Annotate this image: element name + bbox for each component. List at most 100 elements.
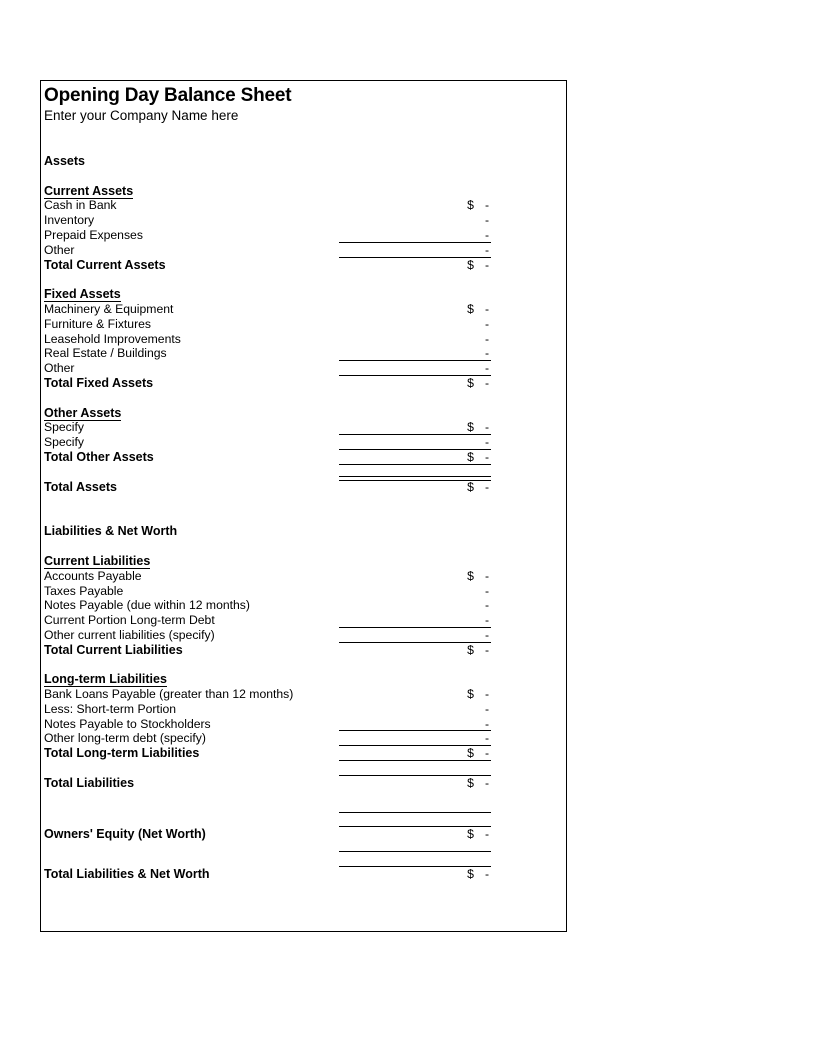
line-item[interactable]: Inventory - xyxy=(44,213,565,228)
amount: - xyxy=(484,435,489,450)
line-item[interactable]: Bank Loans Payable (greater than 12 mont… xyxy=(44,687,565,702)
line-item[interactable]: Other current liabilities (specify) - xyxy=(44,626,565,643)
subtotal-row: Total Long-term Liabilities $ - xyxy=(44,745,565,761)
line-item-label: Current Portion Long-term Debt xyxy=(44,613,215,628)
line-item-label: Notes Payable (due within 12 months) xyxy=(44,598,250,613)
line-item[interactable]: Specify - xyxy=(44,434,565,450)
amount: - xyxy=(484,731,489,746)
currency-symbol: $ xyxy=(467,257,474,272)
amount: - xyxy=(484,583,489,598)
line-item[interactable]: Specify $ - xyxy=(44,420,565,435)
subtotal-label: Total Fixed Assets xyxy=(44,375,154,390)
currency-symbol: $ xyxy=(467,449,474,464)
amount: - xyxy=(484,301,489,316)
amount: - xyxy=(484,746,489,761)
line-item[interactable]: Prepaid Expenses - xyxy=(44,228,565,243)
group-heading-long-term-liabilities: Long-term Liabilities xyxy=(44,672,167,688)
amount: - xyxy=(484,867,489,882)
subtotal-label: Total Current Assets xyxy=(44,257,166,272)
group-heading-current-assets: Current Assets xyxy=(44,183,134,199)
subtotal-label: Total Other Assets xyxy=(44,449,154,464)
line-item[interactable]: Machinery & Equipment $ - xyxy=(44,302,565,317)
line-item-label: Leasehold Improvements xyxy=(44,331,181,346)
spacer-row xyxy=(44,760,565,776)
line-item-label: Cash in Bank xyxy=(44,198,117,213)
amount: - xyxy=(484,361,489,376)
line-item[interactable]: Accounts Payable $ - xyxy=(44,569,565,584)
line-item-label: Other current liabilities (specify) xyxy=(44,627,215,642)
line-item-label: Bank Loans Payable (greater than 12 mont… xyxy=(44,687,294,702)
amount: - xyxy=(484,598,489,613)
group-heading-fixed-assets: Fixed Assets xyxy=(44,287,121,303)
balance-sheet-frame: Opening Day Balance Sheet Enter your Com… xyxy=(40,80,567,932)
currency-symbol: $ xyxy=(467,746,474,761)
owners-equity-row: Owners' Equity (Net Worth) $ - xyxy=(44,826,565,842)
amount: - xyxy=(484,316,489,331)
currency-symbol: $ xyxy=(467,827,474,842)
line-item-label: Prepaid Expenses xyxy=(44,227,143,242)
subtotal-row: Total Other Assets $ - xyxy=(44,448,565,465)
subtotal-row: Total Fixed Assets $ - xyxy=(44,374,565,391)
grand-total-label: Total Assets xyxy=(44,479,117,494)
amount: - xyxy=(484,213,489,228)
amount: - xyxy=(484,687,489,702)
line-item-label: Notes Payable to Stockholders xyxy=(44,716,211,731)
line-item-label: Other xyxy=(44,361,75,376)
grand-total-liabilities-row: Total Liabilities & Net Worth $ - xyxy=(44,866,565,882)
line-item[interactable]: Furniture & Fixtures - xyxy=(44,317,565,332)
subtotal-label: Total Current Liabilities xyxy=(44,642,183,657)
currency-symbol: $ xyxy=(467,642,474,657)
amount: - xyxy=(484,449,489,464)
amount: - xyxy=(484,331,489,346)
owners-equity-label: Owners' Equity (Net Worth) xyxy=(44,827,206,842)
line-item-label: Accounts Payable xyxy=(44,568,142,583)
line-item[interactable]: Less: Short-term Portion - xyxy=(44,702,565,717)
line-item[interactable]: Cash in Bank $ - xyxy=(44,198,565,213)
total-liabilities-label: Total Liabilities xyxy=(44,775,135,790)
amount: - xyxy=(484,227,489,242)
amount: - xyxy=(484,479,489,494)
line-item[interactable]: Notes Payable (due within 12 months) - xyxy=(44,598,565,613)
amount: - xyxy=(484,775,489,790)
grand-total-label: Total Liabilities & Net Worth xyxy=(44,867,210,882)
amount: - xyxy=(484,642,489,657)
amount: - xyxy=(484,701,489,716)
currency-symbol: $ xyxy=(467,775,474,790)
spacer-row xyxy=(44,811,565,828)
subtotal-row: Total Current Assets $ - xyxy=(44,256,565,273)
line-item[interactable]: Other long-term debt (specify) - xyxy=(44,730,565,746)
currency-symbol: $ xyxy=(467,420,474,435)
line-item[interactable]: Notes Payable to Stockholders - xyxy=(44,717,565,732)
line-item-label: Other xyxy=(44,242,75,257)
amount: - xyxy=(484,568,489,583)
currency-symbol: $ xyxy=(467,375,474,390)
line-item[interactable]: Real Estate / Buildings - xyxy=(44,346,565,361)
page-title: Opening Day Balance Sheet xyxy=(44,85,292,106)
grand-total-assets-row: Total Assets $ - xyxy=(44,475,565,495)
section-heading-assets: Assets xyxy=(44,154,85,168)
line-item-label: Specify xyxy=(44,420,84,435)
line-item-label: Other long-term debt (specify) xyxy=(44,731,206,746)
amount: - xyxy=(484,198,489,213)
subtotal-label: Total Long-term Liabilities xyxy=(44,746,200,761)
group-heading-current-liabilities: Current Liabilities xyxy=(44,553,151,569)
line-item-label: Real Estate / Buildings xyxy=(44,346,167,361)
amount: - xyxy=(484,627,489,642)
line-item[interactable]: Taxes Payable - xyxy=(44,584,565,599)
currency-symbol: $ xyxy=(467,687,474,702)
currency-symbol: $ xyxy=(467,568,474,583)
currency-symbol: $ xyxy=(467,301,474,316)
line-item-label: Less: Short-term Portion xyxy=(44,701,177,716)
line-item[interactable]: Other - xyxy=(44,360,565,376)
amount: - xyxy=(484,827,489,842)
line-item[interactable]: Other - xyxy=(44,241,565,258)
amount: - xyxy=(484,257,489,272)
line-item[interactable]: Leasehold Improvements - xyxy=(44,332,565,347)
line-item-label: Taxes Payable xyxy=(44,583,124,598)
line-item-label: Inventory xyxy=(44,213,95,228)
company-name-field[interactable]: Enter your Company Name here xyxy=(44,107,565,124)
total-liabilities-row: Total Liabilities $ - xyxy=(44,774,565,791)
amount: - xyxy=(484,242,489,257)
group-heading-other-assets: Other Assets xyxy=(44,405,122,421)
line-item[interactable]: Current Portion Long-term Debt - xyxy=(44,613,565,628)
